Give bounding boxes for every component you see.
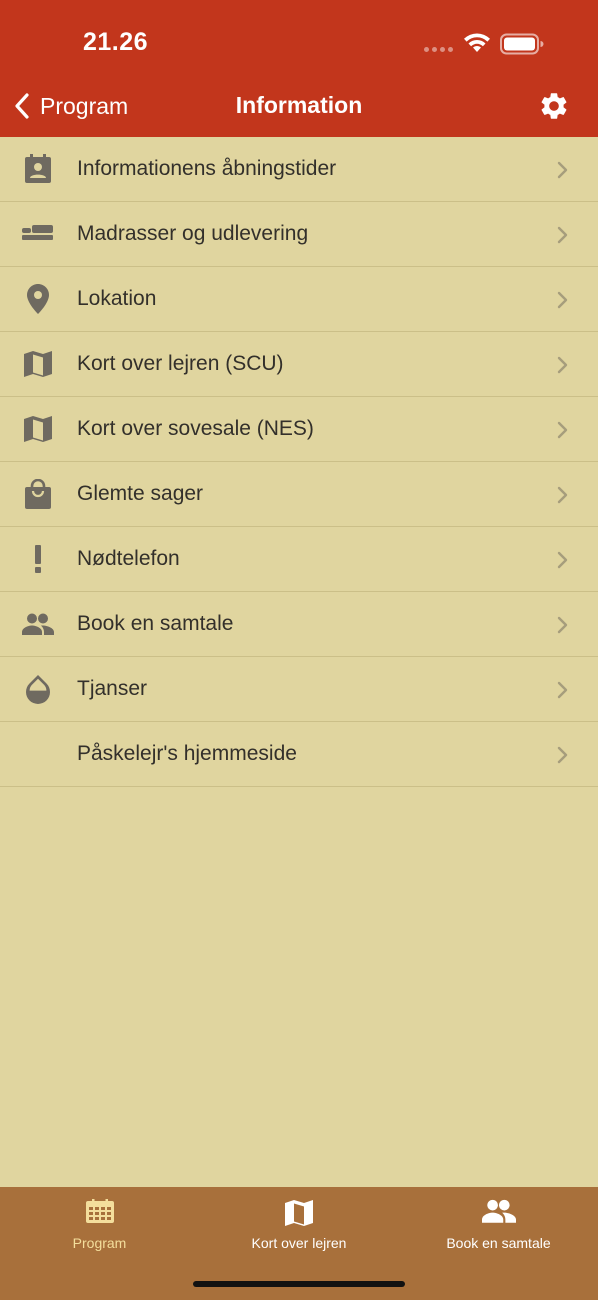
list-item-label: Glemte sager [77, 482, 204, 505]
list-item-label: Kort over sovesale (NES) [77, 417, 314, 440]
list-item-label: Book en samtale [77, 612, 234, 635]
gear-icon[interactable] [538, 90, 570, 122]
list-item-label: Tjanser [77, 677, 148, 700]
list-item-location[interactable]: Lokation [0, 267, 598, 332]
people-icon [481, 1199, 516, 1223]
chevron-right-icon [557, 161, 568, 179]
list-item-label: Informationens åbningstider [77, 157, 337, 180]
tab-camp-map[interactable]: Kort over lejren [199, 1187, 399, 1267]
chevron-right-icon [557, 616, 568, 634]
battery-icon [500, 33, 544, 55]
list-item-label: Påskelejr's hjemmeside [77, 742, 297, 765]
map-icon [22, 413, 54, 445]
chevron-right-icon [557, 421, 568, 439]
list-item-lost-and-found[interactable]: Glemte sager [0, 462, 598, 527]
tab-label: Book en samtale [446, 1235, 551, 1251]
status-time: 21.26 [83, 28, 149, 56]
list-item-opening-hours[interactable]: Informationens åbningstider [0, 137, 598, 202]
chevron-right-icon [557, 681, 568, 699]
list-item-chores[interactable]: Tjanser [0, 657, 598, 722]
exclamation-icon [22, 543, 54, 575]
cellular-signal-icon [424, 47, 453, 52]
list-item-camp-map[interactable]: Kort over lejren (SCU) [0, 332, 598, 397]
map-icon [285, 1200, 313, 1226]
tab-bar: Program Kort over lejren Book en samtale [0, 1187, 598, 1300]
tab-program[interactable]: Program [0, 1187, 199, 1267]
list-item-website[interactable]: Påskelejr's hjemmeside [0, 722, 598, 787]
list-item-mattresses[interactable]: Madrasser og udlevering [0, 202, 598, 267]
calendar-grid-icon [85, 1199, 114, 1223]
drop-icon [22, 673, 54, 705]
list-item-dormitory-map[interactable]: Kort over sovesale (NES) [0, 397, 598, 462]
chevron-right-icon [557, 551, 568, 569]
shopping-bag-icon [22, 478, 54, 510]
information-menu-list: Informationens åbningstider Madrasser og… [0, 137, 598, 787]
home-indicator [193, 1281, 405, 1287]
location-pin-icon [22, 283, 54, 315]
list-item-label: Lokation [77, 287, 157, 310]
list-item-book-conversation[interactable]: Book en samtale [0, 592, 598, 657]
bed-icon [22, 218, 54, 250]
list-item-label: Madrasser og udlevering [77, 222, 309, 245]
page-title: Information [235, 92, 363, 118]
list-item-label: Nødtelefon [77, 547, 180, 570]
list-item-emergency-phone[interactable]: Nødtelefon [0, 527, 598, 592]
tab-label: Program [72, 1235, 127, 1251]
chevron-right-icon [557, 226, 568, 244]
map-icon [22, 348, 54, 380]
chevron-right-icon [557, 356, 568, 374]
tab-label: Kort over lejren [251, 1235, 347, 1251]
wifi-icon [464, 33, 490, 52]
people-icon [22, 608, 54, 640]
tab-book-conversation[interactable]: Book en samtale [399, 1187, 598, 1267]
contact-calendar-icon [22, 153, 54, 185]
chevron-right-icon [557, 291, 568, 309]
chevron-right-icon [557, 746, 568, 764]
navigation-header: 21.26 Program Information [0, 0, 598, 137]
chevron-right-icon [557, 486, 568, 504]
list-item-label: Kort over lejren (SCU) [77, 352, 284, 375]
